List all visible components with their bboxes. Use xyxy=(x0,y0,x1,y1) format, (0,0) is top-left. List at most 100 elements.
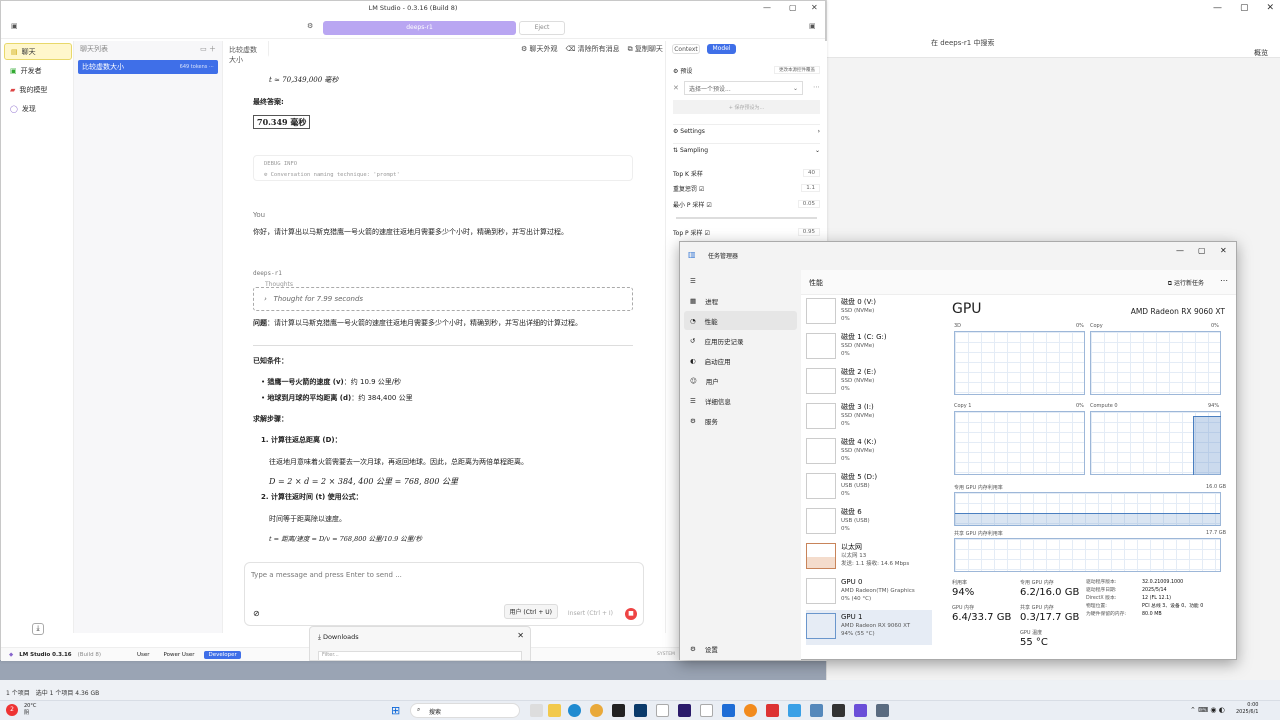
nav-my-models[interactable]: ▰ 我的模型 xyxy=(4,81,72,98)
chat-list-item[interactable]: 比较虚数大小 649 tokens ⋯ xyxy=(78,60,218,74)
chat-appearance-button[interactable]: ⚙ 聊天外观 xyxy=(521,44,558,54)
sampling-section[interactable]: ⇅ Sampling ⌄ xyxy=(673,143,820,157)
device-disk-2[interactable]: 磁盘 2 (E:) SSD (NVMe) 0% xyxy=(806,365,932,400)
nav-developer[interactable]: ▣ 开发者 xyxy=(4,62,72,79)
copy-chat-button[interactable]: ⧉ 复制聊天 xyxy=(628,44,663,54)
save-preset-button[interactable]: + 保存预设为... xyxy=(673,100,820,114)
more-icon[interactable]: ⋯ xyxy=(813,83,820,91)
settings-section[interactable]: ⚙ Settings › xyxy=(673,124,820,138)
device-gpu-0[interactable]: GPU 0 AMD Radeon(TM) Graphics 0% (40 °C) xyxy=(806,575,932,610)
nav-chat[interactable]: ▤ 聊天 xyxy=(4,43,72,60)
close-icon[interactable]: ✕ xyxy=(1266,3,1274,13)
device-disk-1[interactable]: 磁盘 1 (C: G:) SSD (NVMe) 0% xyxy=(806,330,932,365)
lm-studio-icon[interactable] xyxy=(854,704,867,717)
weather-badge[interactable]: 2 xyxy=(6,704,18,716)
hamburger-icon[interactable]: ☰ xyxy=(684,271,797,290)
clear-messages-button[interactable]: ⌫ 清除所有消息 xyxy=(566,44,620,54)
device-disk-5[interactable]: 磁盘 5 (D:) USB (USB) 0% xyxy=(806,470,932,505)
tab-context[interactable]: Context xyxy=(672,44,700,54)
terminal-icon[interactable] xyxy=(832,704,845,717)
clear-preset-icon[interactable]: ✕ xyxy=(673,84,679,92)
app-icon[interactable] xyxy=(810,704,823,717)
app-icon[interactable] xyxy=(744,704,757,717)
minimize-icon[interactable]: — xyxy=(1176,246,1184,255)
app-icon[interactable] xyxy=(766,704,779,717)
app-icon[interactable] xyxy=(788,704,801,717)
device-gpu-1[interactable]: GPU 1 AMD Radeon RX 9060 XT 94% (55 °C) xyxy=(806,610,932,645)
bg-search-box[interactable]: 在 deeps-r1 中搜索 xyxy=(931,38,994,48)
app-icon[interactable] xyxy=(722,704,735,717)
overview-button[interactable]: 概览 xyxy=(1254,48,1268,58)
nav-discover[interactable]: ◯ 发现 xyxy=(4,100,72,117)
start-icon[interactable]: ⊞ xyxy=(391,704,400,717)
tm-nav-settings[interactable]: ⚙ 设置 xyxy=(684,639,794,658)
device-disk-3[interactable]: 磁盘 3 (I:) SSD (NVMe) 0% xyxy=(806,400,932,435)
preset-override-button[interactable]: 更改本源控件覆盖 xyxy=(774,66,820,74)
close-icon[interactable]: ✕ xyxy=(811,3,818,12)
tm-nav-processes[interactable]: ▦ 进程 xyxy=(684,291,797,310)
model-selector[interactable]: deeps-r1 xyxy=(323,21,516,35)
maximize-icon[interactable]: ▢ xyxy=(789,3,797,12)
message-composer[interactable]: Type a message and press Enter to send .… xyxy=(244,562,644,626)
param-top-p: Top P 采样 ☑ 0.95 xyxy=(673,225,820,239)
system-tray-icons[interactable]: ⌃ ⌨ ◉ ◐ xyxy=(1190,706,1225,714)
tab-model[interactable]: Model xyxy=(707,44,736,54)
tm-device-list[interactable]: 磁盘 0 (V:) SSD (NVMe) 0% 磁盘 1 (C: G:) SSD (N… xyxy=(806,295,932,660)
tm-nav-details[interactable]: ☰ 详细信息 xyxy=(684,391,797,410)
thoughts-toggle[interactable]: › Thought for 7.99 seconds xyxy=(253,287,633,311)
after-effects-icon[interactable] xyxy=(678,704,691,717)
taskbar-search[interactable]: ⌕ 搜索 xyxy=(410,703,520,718)
weather-widget[interactable]: 20°C 阴 xyxy=(24,703,36,717)
download-icon[interactable]: ⤓ xyxy=(32,623,44,635)
message-input[interactable]: Type a message and press Enter to send .… xyxy=(251,571,402,579)
downloads-filter[interactable]: Filter... xyxy=(318,651,522,661)
tab-chat[interactable]: 比较虚数大小 xyxy=(223,41,269,64)
maximize-icon[interactable]: ▢ xyxy=(1198,246,1206,255)
new-chat-icon[interactable]: ＋ xyxy=(209,45,216,53)
maximize-icon[interactable]: ▢ xyxy=(1240,3,1249,13)
tm-nav-services[interactable]: ⚙ 服务 xyxy=(684,411,797,430)
panel-toggle-icon[interactable]: ▣ xyxy=(809,22,816,30)
clock[interactable]: 0:00 2025/6/1 xyxy=(1236,702,1258,716)
lm-title-bar: LM Studio - 0.3.16 (Build 8) — ▢ ✕ xyxy=(1,1,825,17)
task-manager-icon[interactable] xyxy=(876,704,889,717)
mode-user[interactable]: User xyxy=(133,651,154,659)
new-folder-icon[interactable]: ▭ xyxy=(200,45,207,53)
tm-nav-users[interactable]: ☺ 用户 xyxy=(684,371,797,390)
device-disk-6[interactable]: 磁盘 6 USB (USB) 0% xyxy=(806,505,932,540)
tm-nav-performance[interactable]: ◔ 性能 xyxy=(684,311,797,330)
eject-button[interactable]: Eject xyxy=(519,21,565,35)
mode-developer[interactable]: Developer xyxy=(204,650,241,659)
task-view-icon[interactable] xyxy=(530,704,543,717)
tm-nav-startup[interactable]: ◐ 启动应用 xyxy=(684,351,797,370)
sidebar-toggle-icon[interactable]: ▣ xyxy=(11,22,18,30)
attach-icon[interactable]: ⊘ xyxy=(253,609,260,618)
edge-icon[interactable] xyxy=(568,704,581,717)
footer-build: (Build 8) xyxy=(77,651,101,658)
minimize-icon[interactable]: — xyxy=(1213,3,1222,13)
app-icon[interactable] xyxy=(612,704,625,717)
more-icon[interactable]: ⋯ xyxy=(1220,276,1228,285)
min-p-slider[interactable] xyxy=(676,217,817,219)
chat-transcript[interactable]: t ≈ 70,349,000 毫秒 最终答案: 70.349 毫秒 DEBUG … xyxy=(223,57,665,633)
file-explorer-icon[interactable] xyxy=(548,704,561,717)
mode-power-user[interactable]: Power User xyxy=(160,651,199,659)
minimize-icon[interactable]: — xyxy=(763,3,771,12)
run-new-task-button[interactable]: ⧉ 运行新任务 xyxy=(1168,278,1204,288)
user-role-button[interactable]: 用户 (Ctrl + U) xyxy=(503,604,558,619)
close-icon[interactable]: ✕ xyxy=(1220,246,1227,255)
app-icon[interactable] xyxy=(656,704,669,717)
close-icon[interactable]: ✕ xyxy=(517,631,524,640)
device-ethernet[interactable]: 以太网 以太网 13 发送: 1.1 接收: 14.6 Mbps xyxy=(806,540,932,575)
chrome-icon[interactable] xyxy=(590,704,603,717)
settings-icon[interactable]: ⚙ xyxy=(307,22,313,30)
more-icon[interactable]: ⋯ xyxy=(209,64,214,70)
preset-select[interactable]: 选择一个预设... ⌄ xyxy=(684,81,803,95)
app-icon[interactable] xyxy=(634,704,647,717)
device-disk-0[interactable]: 磁盘 0 (V:) SSD (NVMe) 0% xyxy=(806,295,932,330)
notepad-icon[interactable] xyxy=(700,704,713,717)
device-disk-4[interactable]: 磁盘 4 (K:) SSD (NVMe) 0% xyxy=(806,435,932,470)
insert-button[interactable]: Insert (Ctrl + I) xyxy=(564,608,617,619)
stop-icon[interactable]: ■ xyxy=(625,608,637,620)
tm-nav-app-history[interactable]: ↺ 应用历史记录 xyxy=(684,331,797,350)
